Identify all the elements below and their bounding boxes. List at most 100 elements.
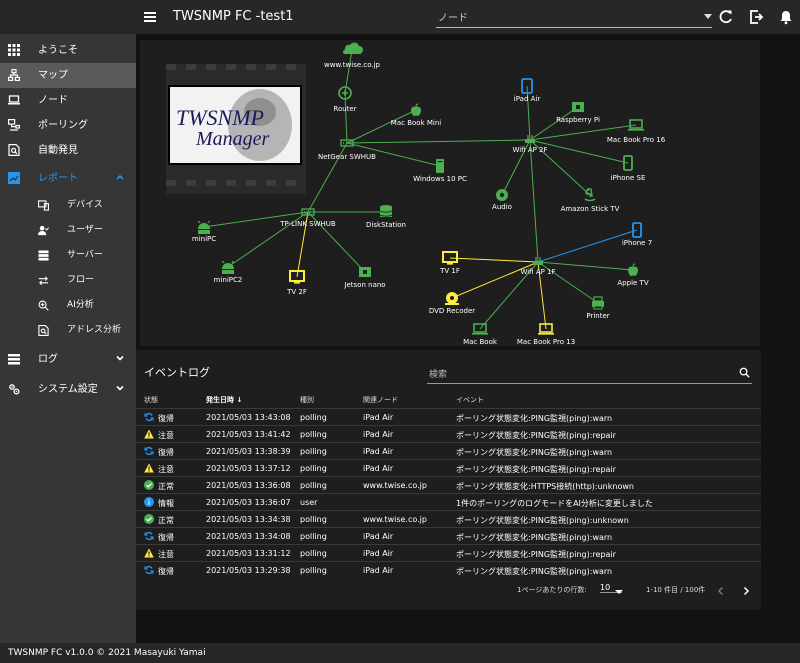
table-row[interactable]: 復帰 2021/05/03 13:29:38 polling iPad Air ポーリン… [136,561,761,578]
table-row[interactable]: 注意 2021/05/03 13:31:12 polling iPad Air ポーリン… [136,544,761,561]
table-row[interactable]: 注意 2021/05/03 13:41:42 polling iPad Air ポーリン… [136,425,761,442]
table-row[interactable]: 復帰 2021/05/03 13:34:08 polling iPad Air ポーリン… [136,527,761,544]
sidebar-item-discover[interactable]: 自動発見 [0,138,136,163]
table-row[interactable]: 注意 2021/05/03 13:37:12 polling iPad Air ポーリン… [136,459,761,476]
sidebar-item-map[interactable]: マップ [0,63,136,88]
map-node-label: iPad Air [514,95,541,103]
map-node[interactable]: miniPC2 [214,260,243,284]
sidebar-subitem-user[interactable]: ユーザー [0,218,136,243]
sidebar-subitem-label: ユーザー [67,225,103,235]
column-header-node[interactable]: 関連ノード [363,395,398,405]
logout-icon[interactable] [747,8,765,26]
prev-page-icon[interactable] [716,586,726,596]
sidebar-subitem-flow[interactable]: フロー [0,268,136,293]
map-node-label: Mac Book Pro 16 [607,136,666,144]
network-map[interactable]: TWSNMP Manager www.twise.co.jp Router Mac … [140,40,760,346]
map-node[interactable]: Jetson nano [343,267,386,289]
top-bar: TWSNMP FC -test1 ノード [0,0,800,34]
table-row[interactable]: 正常 2021/05/03 13:34:38 polling www.twise.co… [136,510,761,527]
map-node[interactable]: Printer [586,296,610,320]
sidebar-item-label: ログ [38,354,58,365]
search-icon[interactable] [739,367,750,378]
map-node-label: Wifi AP 2F [512,146,547,154]
row-time: 2021/05/03 13:34:08 [206,532,291,541]
row-time: 2021/05/03 13:37:12 [206,464,291,473]
next-page-icon[interactable] [741,586,751,596]
row-state: 注意 [158,431,174,440]
row-node: www.twise.co.jp [363,515,427,524]
table-row[interactable]: 情報 2021/05/03 13:36:07 user 1件のポーリングのログモードを… [136,493,761,510]
row-time: 2021/05/03 13:36:08 [206,481,291,490]
sidebar-subitem-address[interactable]: アドレス分析 [0,318,136,343]
sidebar-subitem-server[interactable]: サーバー [0,243,136,268]
row-node: www.twise.co.jp [363,481,427,490]
sidebar-item-report[interactable]: レポート [0,166,136,191]
map-node[interactable]: Mac Book Pro 16 [607,119,666,144]
sitemap-icon [8,69,20,81]
table-row[interactable]: 復帰 2021/05/03 13:43:08 polling iPad Air ポーリン… [136,408,761,425]
map-node[interactable]: Amazon Stick TV [561,188,620,213]
node-select[interactable]: ノード [436,6,712,28]
sidebar-item-settings[interactable]: システム設定 [0,377,136,402]
devices-icon [38,200,49,211]
sidebar-subitem-ai[interactable]: AI分析 [0,293,136,318]
apple-icon [411,103,421,116]
map-node[interactable]: Raspberry Pi [556,102,600,124]
map-node[interactable]: Mac Book Mini [391,103,441,127]
bell-icon[interactable] [777,8,795,26]
map-node[interactable]: Mac Book [463,323,498,346]
column-header-type[interactable]: 種別 [300,395,314,405]
warning-icon [144,429,154,439]
map-node[interactable]: iPhone 7 [622,222,652,247]
map-node[interactable]: Apple TV [617,263,649,287]
repair-icon [144,531,154,541]
check-circle-icon [144,514,154,524]
sidebar-item-label: ようこそ [38,45,78,56]
svg-text:TWSNMP: TWSNMP [176,105,264,130]
check-circle-icon [144,480,154,490]
disc-icon [445,292,459,305]
map-node[interactable]: Audio [492,189,512,211]
row-type: polling [300,532,327,541]
map-node[interactable]: TV 2F [286,270,307,296]
sidebar-item-welcome[interactable]: ようこそ [0,38,136,63]
map-node[interactable]: Windows 10 PC [413,159,467,183]
row-state: 正常 [158,516,174,525]
column-header-time[interactable]: 発生日時 ↓ [206,395,242,405]
cloud-icon [343,42,363,54]
sidebar-item-log[interactable]: ログ [0,347,136,372]
twsnmp-logo: TWSNMP Manager [166,64,306,194]
board-icon [359,267,371,277]
search-input[interactable]: 検索 [427,364,752,384]
row-time: 2021/05/03 13:34:38 [206,515,291,524]
map-node[interactable]: DVD Recoder [429,292,475,315]
sidebar-subitem-device[interactable]: デバイス [0,193,136,218]
map-node[interactable]: DiskStation [366,205,406,229]
event-log-panel: イベントログ 検索 状態 発生日時 ↓ 種別 関連ノード イベント 復帰 2021… [136,350,761,610]
map-node[interactable]: miniPC [192,220,216,243]
network-map-canvas[interactable]: TWSNMP Manager www.twise.co.jp Router Mac … [140,40,760,346]
report-icon [8,172,20,184]
map-node[interactable]: www.twise.co.jp [324,42,381,69]
map-node-label: Mac Book [463,338,498,346]
column-header-state[interactable]: 状態 [144,395,158,405]
settings-gears-icon [9,384,20,395]
refresh-icon[interactable] [717,8,735,26]
row-node: iPad Air [363,532,394,541]
map-edge [529,139,539,263]
column-header-event[interactable]: イベント [456,395,484,405]
map-node-label: Audio [492,203,512,211]
android-icon [222,260,234,274]
table-row[interactable]: 復帰 2021/05/03 13:38:39 polling iPad Air ポーリン… [136,442,761,459]
chevron-down-icon [615,590,623,594]
search-placeholder: 検索 [429,370,448,380]
sidebar-item-polling[interactable]: ポーリング [0,113,136,138]
map-node-label: Printer [586,312,609,320]
row-node: iPad Air [363,464,394,473]
sidebar-subitem-label: AI分析 [67,300,94,310]
table-row[interactable]: 正常 2021/05/03 13:36:08 polling www.twise.co… [136,476,761,493]
sidebar-item-node[interactable]: ノード [0,88,136,113]
row-event: ポーリング状態変化:PING監視(ping):warn [456,567,613,576]
map-node[interactable]: TV 1F [439,251,460,275]
menu-icon[interactable] [141,8,159,26]
